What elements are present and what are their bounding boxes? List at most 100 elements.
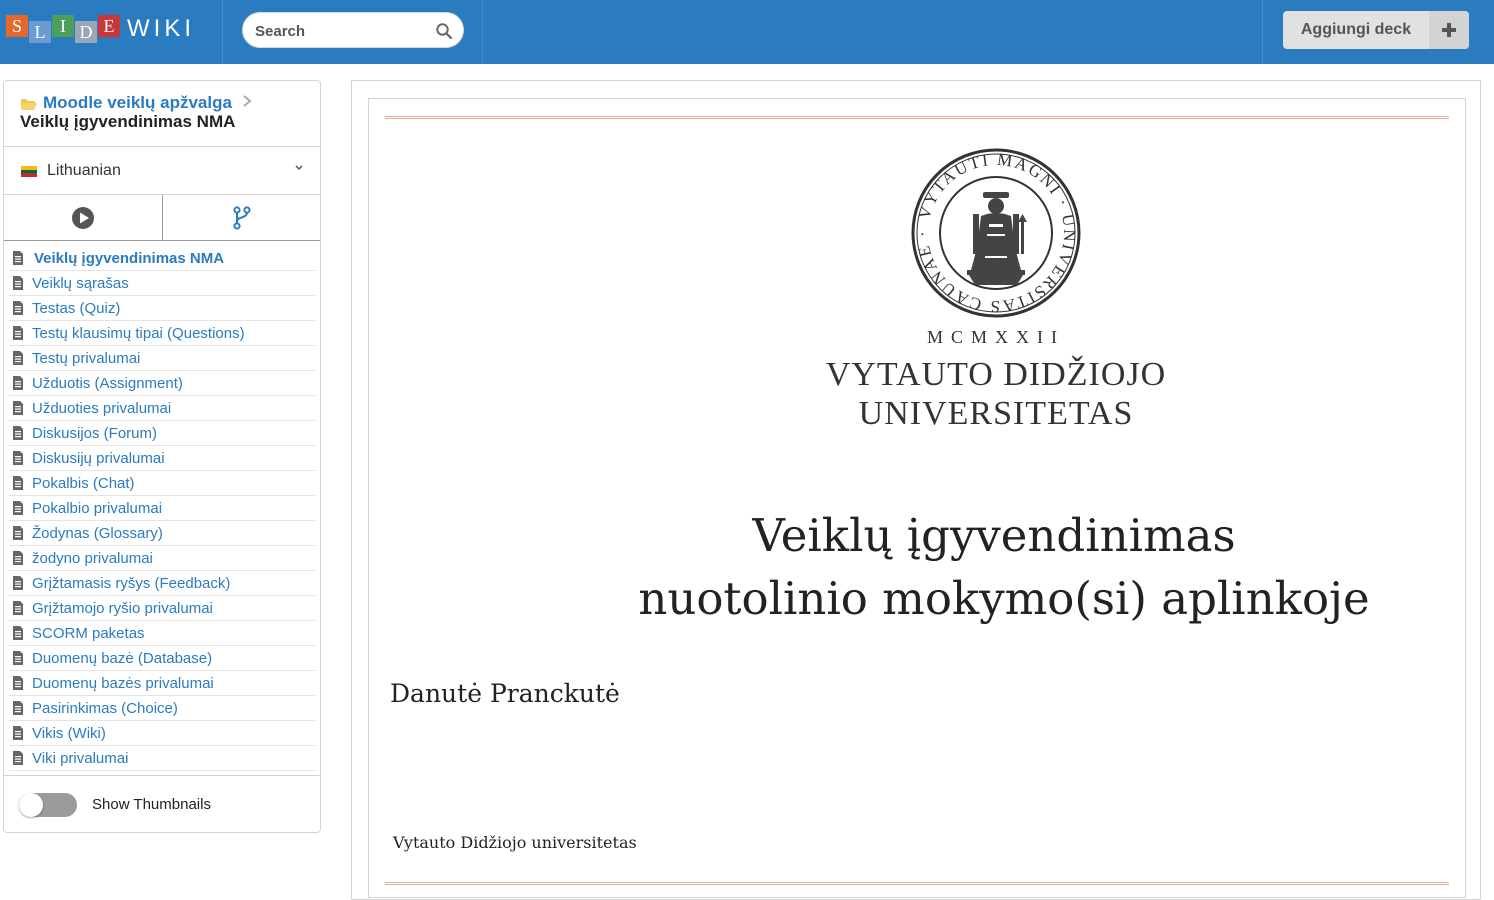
slide-list-item[interactable]: Grįžtamojo ryšio privalumai: [9, 596, 315, 621]
university-seal-logo: VYTAUTI MAGNI · UNIVERSITAS CAUNAE ·: [911, 148, 1081, 318]
slide-viewer: VYTAUTI MAGNI · UNIVERSITAS CAUNAE · MCM…: [351, 80, 1481, 900]
chevron-down-icon: [294, 161, 304, 175]
slide-list-item[interactable]: Grįžtamasis ryšys (Feedback): [9, 571, 315, 596]
slide-list-item[interactable]: Viki privalumai: [9, 746, 315, 771]
logo-letter: L: [29, 21, 51, 43]
logo-letter: I: [52, 15, 74, 37]
document-icon: [13, 251, 23, 265]
document-icon: [13, 326, 23, 340]
document-icon: [13, 301, 23, 315]
breadcrumb-parent-link[interactable]: Moodle veiklų apžvalga: [43, 93, 232, 113]
slide-list-item[interactable]: Duomenų bazė (Database): [9, 646, 315, 671]
slide-list-item-label: Grįžtamojo ryšio privalumai: [32, 599, 213, 617]
add-deck-label: Aggiungi deck: [1300, 21, 1412, 38]
slide-list-item[interactable]: Diskusijų privalumai: [9, 446, 315, 471]
document-icon: [13, 401, 23, 415]
slide-author: Danutė Pranckutė: [390, 679, 620, 708]
play-icon: [72, 206, 94, 229]
language-label: Lithuanian: [47, 162, 121, 179]
document-icon: [13, 701, 23, 715]
slide-list-item-label: Užduotis (Assignment): [32, 374, 183, 392]
slide-list-item-label: Duomenų bazės privalumai: [32, 674, 214, 692]
document-icon: [13, 601, 23, 615]
language-dropdown[interactable]: Lithuanian: [4, 147, 320, 195]
slide-list-item[interactable]: žodyno privalumai: [9, 546, 315, 571]
slide-title-line1: Veiklų įgyvendinimas: [752, 509, 1236, 562]
slide-list-item-label: Viki privalumai: [32, 749, 129, 767]
slide-list-item-label: Diskusijos (Forum): [32, 424, 158, 442]
lithuania-flag-icon: [21, 166, 37, 177]
header-divider: [1262, 0, 1263, 64]
header-divider: [222, 0, 223, 64]
slide-list-item[interactable]: Užduotis (Assignment): [9, 371, 315, 396]
document-icon: [13, 751, 23, 765]
play-tab[interactable]: [4, 195, 162, 240]
search-icon[interactable]: [435, 22, 453, 40]
document-icon: [13, 551, 23, 565]
slide-list-item[interactable]: Testas (Quiz): [9, 296, 315, 321]
slide-list-item-label: Duomenų bazė (Database): [32, 649, 213, 667]
document-icon: [13, 276, 23, 290]
slide-list-item[interactable]: Pokalbis (Chat): [9, 471, 315, 496]
search-box: [242, 12, 464, 48]
slide-list-item-label: Veiklų sąrašas: [32, 274, 129, 292]
founding-year: MCMXXII: [926, 327, 1065, 347]
slide-list-item-label: žodyno privalumai: [32, 549, 153, 567]
slide-list-item[interactable]: Pasirinkimas (Choice): [9, 696, 315, 721]
thumbnails-toggle-row: Show Thumbnails: [4, 775, 320, 833]
add-deck-button[interactable]: Aggiungi deck: [1283, 11, 1469, 49]
slide-list-item[interactable]: Veiklų įgyvendinimas NMA: [9, 246, 315, 271]
slide-list-item-label: Diskusijų privalumai: [32, 449, 165, 467]
folder-open-icon: [21, 99, 37, 110]
slide-list-item-label: Veiklų įgyvendinimas NMA: [34, 249, 225, 267]
document-icon: [13, 451, 23, 465]
slide-list-item-label: Žodynas (Glossary): [32, 524, 163, 542]
slide-list-item-label: Testų klausimų tipai (Questions): [32, 324, 245, 342]
logo-wordmark: WIKI: [127, 15, 195, 42]
slide-list-item[interactable]: Veiklų sąrašas: [9, 271, 315, 296]
slide-list-item[interactable]: Testų klausimų tipai (Questions): [9, 321, 315, 346]
slide-list-item-label: Testų privalumai: [32, 349, 141, 367]
slide-list: Veiklų įgyvendinimas NMA Veiklų sąrašas Te…: [9, 246, 315, 771]
slide-list-item[interactable]: Žodynas (Glossary): [9, 521, 315, 546]
document-icon: [13, 501, 23, 515]
document-icon: [13, 526, 23, 540]
slide-list-item[interactable]: Vikis (Wiki): [9, 721, 315, 746]
slide-list-item-label: Vikis (Wiki): [32, 724, 106, 742]
document-icon: [13, 626, 23, 640]
slide-list-item-label: Užduoties privalumai: [32, 399, 172, 417]
top-navigation-bar: S L I D E WIKI Aggiungi deck: [0, 0, 1494, 64]
slide-list-item[interactable]: Pokalbio privalumai: [9, 496, 315, 521]
slide-list-item-label: Pasirinkimas (Choice): [32, 699, 178, 717]
slide-list-item-label: Testas (Quiz): [32, 299, 121, 317]
document-icon: [13, 376, 23, 390]
slide-title-line2: nuotolinio mokymo(si) aplinkoje: [638, 572, 1370, 625]
search-input[interactable]: [255, 21, 425, 41]
slide-list-item[interactable]: Testų privalumai: [9, 346, 315, 371]
document-icon: [13, 351, 23, 365]
header-divider: [482, 0, 483, 64]
slide-list-item-label: Pokalbis (Chat): [32, 474, 135, 492]
fork-icon: [232, 205, 251, 230]
slide-list-item[interactable]: SCORM paketas: [9, 621, 315, 646]
slide-list-item[interactable]: Užduoties privalumai: [9, 396, 315, 421]
deck-navigation-panel: Moodle veiklų apžvalga Veiklų įgyvendini…: [3, 80, 321, 833]
slide-list-item[interactable]: Diskusijos (Forum): [9, 421, 315, 446]
fork-tab[interactable]: [162, 195, 320, 240]
slide-list-item-label: Pokalbio privalumai: [32, 499, 163, 517]
slidewiki-logo[interactable]: S L I D E WIKI: [6, 13, 195, 45]
show-thumbnails-label: Show Thumbnails: [92, 796, 211, 813]
deck-action-tabs: [4, 195, 320, 241]
show-thumbnails-toggle[interactable]: [19, 793, 77, 817]
chevron-right-icon: [242, 94, 252, 113]
slide-top-rule: [385, 116, 1449, 119]
document-icon: [13, 676, 23, 690]
slide-canvas: VYTAUTI MAGNI · UNIVERSITAS CAUNAE · MCM…: [368, 98, 1466, 898]
logo-letter: S: [6, 15, 28, 37]
document-icon: [13, 726, 23, 740]
slide-list-item[interactable]: Duomenų bazės privalumai: [9, 671, 315, 696]
slide-bottom-rule: [385, 882, 1449, 885]
document-icon: [13, 476, 23, 490]
slide-footer: Vytauto Didžiojo universitetas: [393, 833, 637, 852]
university-name-line1: VYTAUTO DIDŽIOJO: [825, 356, 1167, 393]
